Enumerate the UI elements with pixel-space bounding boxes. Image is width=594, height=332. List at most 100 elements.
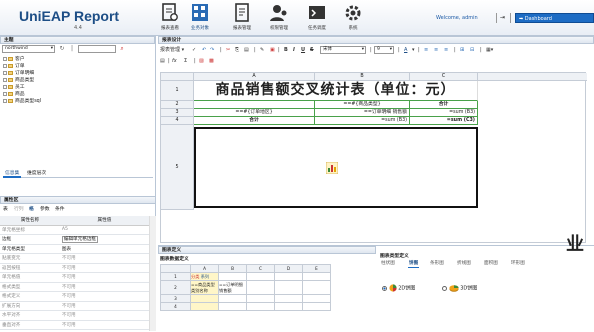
refresh-icon[interactable]: ↻ <box>58 45 66 53</box>
row-header-2[interactable]: 2 <box>161 101 194 109</box>
chevron-down-icon[interactable]: ▾ <box>412 46 415 55</box>
grid-cell[interactable] <box>302 272 331 281</box>
split-cells-icon[interactable]: ⊟ <box>470 46 474 55</box>
tab-line[interactable]: 折线图 <box>456 260 472 268</box>
grid-cell[interactable] <box>246 272 275 281</box>
row-header-4[interactable]: 4 <box>161 117 194 125</box>
cell-a2[interactable] <box>194 101 315 109</box>
nav-report-view[interactable]: 报表查看 <box>155 3 185 31</box>
fx-icon[interactable]: fx <box>172 57 177 66</box>
undo-icon[interactable]: ↶ <box>202 46 206 55</box>
cut-icon[interactable]: ✂ <box>226 46 230 55</box>
prop-value[interactable]: 编辑单元格边框 <box>59 234 149 245</box>
font-select[interactable]: 宋体 ▾ <box>320 46 366 54</box>
nav-report-manage[interactable]: 报表管理 <box>227 3 257 31</box>
tab-condition[interactable]: 条件 <box>53 205 67 214</box>
tab-area[interactable]: 面积图 <box>483 260 499 268</box>
report-manage-menu[interactable]: 报表管理 ▾ <box>160 46 184 55</box>
grid-cell[interactable] <box>246 280 275 295</box>
sum-icon[interactable]: Σ <box>184 57 187 66</box>
tree-node[interactable]: 客户 <box>3 56 153 63</box>
tree-node[interactable]: 订单明细 <box>3 70 153 77</box>
search-icon[interactable]: ⌕ <box>118 45 126 53</box>
brush-icon[interactable]: ✎ <box>260 46 264 55</box>
cell-b3[interactable]: ==订单明细 销售额 <box>315 109 410 117</box>
cell-c2[interactable]: 合计 <box>410 101 478 109</box>
expand-icon[interactable] <box>3 91 7 96</box>
grid-cell[interactable] <box>190 302 219 311</box>
option-2d-pie[interactable]: 2D饼图 <box>382 284 415 292</box>
nav-business-object[interactable]: 业务对象 <box>185 3 215 31</box>
save-icon[interactable]: ✓ <box>192 46 196 55</box>
strikethrough-icon[interactable]: S <box>310 46 314 55</box>
grid-cell-b2[interactable]: ==订单明细 销售额 <box>218 280 247 295</box>
expand-icon[interactable] <box>3 84 7 89</box>
bold-icon[interactable]: B <box>284 46 288 55</box>
image-icon[interactable]: ▣ <box>270 46 275 55</box>
font-color-icon[interactable]: A <box>404 46 407 55</box>
cell-a4[interactable]: 合计 <box>194 117 315 125</box>
chart-icon[interactable]: ▨ <box>199 57 204 66</box>
grid-cell-a2[interactable]: ==商品类型 类别名称 <box>190 280 219 295</box>
expand-icon[interactable] <box>3 70 7 75</box>
tree-node[interactable]: 员工 <box>3 84 153 91</box>
nav-permission[interactable]: 权限管理 <box>264 3 294 31</box>
copy-icon[interactable]: ⎘ <box>235 46 239 55</box>
grid-cell[interactable] <box>274 272 303 281</box>
grid-cell[interactable] <box>274 302 303 311</box>
expand-icon[interactable] <box>3 63 7 68</box>
category-cell[interactable]: 分类 系列 <box>190 272 219 281</box>
column-header-b[interactable]: B <box>315 73 410 81</box>
grid-cell[interactable] <box>274 280 303 295</box>
row-header-3[interactable]: 3 <box>161 109 194 117</box>
grid-cell[interactable] <box>190 294 219 303</box>
nav-schedule[interactable]: 任务调度 <box>302 3 332 31</box>
expand-icon[interactable] <box>3 56 7 61</box>
italic-icon[interactable]: I <box>293 46 295 55</box>
expand-icon[interactable] <box>3 77 7 82</box>
row-header-1[interactable]: 1 <box>161 81 194 101</box>
spreadsheet[interactable]: A B C 1 2 3 4 5 商品销售额交叉统计表（单位：元） ==#{商品类… <box>160 72 587 243</box>
tab-bar[interactable]: 条形图 <box>429 260 445 268</box>
tab-column[interactable]: 柱状图 <box>380 260 396 268</box>
tab-param[interactable]: 参数 <box>38 205 52 214</box>
edit-border-button[interactable]: 编辑单元格边框 <box>61 236 99 244</box>
align-right-icon[interactable]: ≡ <box>444 46 448 55</box>
grid-cell[interactable] <box>218 272 247 281</box>
report-title-cell[interactable]: 商品销售额交叉统计表（单位：元） <box>194 81 478 101</box>
column-header-a[interactable]: A <box>194 73 315 81</box>
paste-icon[interactable]: ▤ <box>244 46 249 55</box>
insert-chart-icon[interactable]: ▩ <box>209 57 214 66</box>
tree-node[interactable]: 订单 <box>3 63 153 70</box>
cell-b2[interactable]: ==#{商品类型} <box>315 101 410 109</box>
datasource-select[interactable]: northwind ▾ <box>2 45 55 53</box>
expand-icon[interactable] <box>3 98 7 103</box>
row-header-5[interactable]: 5 <box>161 125 194 210</box>
tab-rowcol[interactable]: 行列 <box>12 205 26 214</box>
nav-system[interactable]: 系统 <box>338 3 368 31</box>
tab-table[interactable]: 表 <box>1 205 10 214</box>
align-left-icon[interactable]: ≡ <box>424 46 428 55</box>
dashboard-button[interactable]: ➡ Dashboard <box>515 13 594 23</box>
tree-node[interactable]: 商品类型sql <box>3 98 153 105</box>
cell-c3[interactable]: =sum (B3) <box>410 109 478 117</box>
scrollbar[interactable] <box>149 216 156 331</box>
column-header-c[interactable]: C <box>410 73 478 81</box>
sheet-icon[interactable]: ▤ <box>160 57 165 66</box>
grid-cell[interactable] <box>218 302 247 311</box>
option-3d-pie[interactable]: 3D饼图 <box>442 284 477 292</box>
radio-unselected[interactable] <box>442 285 447 291</box>
grid-cell[interactable] <box>302 280 331 295</box>
underline-icon[interactable]: U <box>301 46 305 55</box>
tab-pie[interactable]: 饼图 <box>408 260 420 268</box>
cell-b4[interactable]: =sum (B3) <box>315 117 410 125</box>
chart-data-grid[interactable]: ABCDE 1 分类 系列 2 ==商品类型 类别名称 ==订单明细 销售额 3 4 <box>160 264 331 311</box>
tab-cell[interactable]: 格 <box>27 205 36 214</box>
font-size-select[interactable]: 9 ▾ <box>374 46 394 54</box>
radio-selected[interactable] <box>382 285 387 291</box>
redo-icon[interactable]: ↷ <box>210 46 214 55</box>
grid-cell[interactable] <box>246 302 275 311</box>
tree-node[interactable]: 商品类型 <box>3 77 153 84</box>
merge-cells-icon[interactable]: ⊞ <box>460 46 464 55</box>
grid-cell[interactable] <box>218 294 247 303</box>
